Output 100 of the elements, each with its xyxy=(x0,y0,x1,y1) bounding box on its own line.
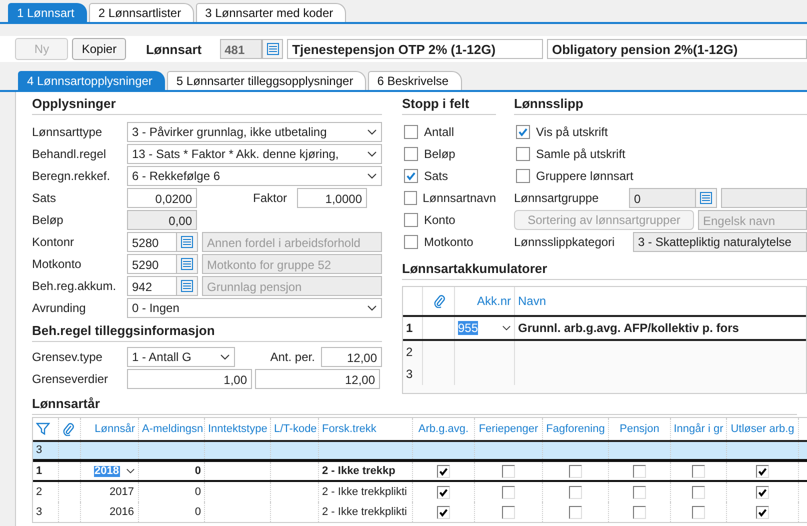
column-header[interactable]: Arb.g.avg. xyxy=(418,424,469,434)
code-field[interactable]: 481 xyxy=(220,39,262,59)
row-number: 3 xyxy=(403,363,423,385)
description-field: Motkonto for gruppe 52 xyxy=(202,254,382,274)
checkbox[interactable] xyxy=(516,169,530,183)
column-header[interactable]: Navn xyxy=(515,287,806,315)
section-title: Opplysninger xyxy=(32,96,382,115)
dropdown[interactable]: 13 - Sats * Faktor * Akk. denne kjøring, xyxy=(127,144,382,164)
checkbox[interactable] xyxy=(404,169,418,183)
field-label: Motkonto xyxy=(32,257,82,271)
list-icon xyxy=(700,192,712,204)
caret-icon xyxy=(367,305,377,311)
input-field[interactable]: 12,00 xyxy=(255,369,380,389)
checkbox[interactable] xyxy=(692,486,705,498)
checkbox[interactable] xyxy=(404,235,418,249)
checkbox[interactable] xyxy=(692,506,705,518)
tab[interactable]: 4 Lønnsartopplysninger xyxy=(18,71,166,90)
dropdown[interactable]: 1 - Antall G xyxy=(127,347,235,367)
tab[interactable]: 6 Beskrivelse xyxy=(368,71,462,90)
column-header[interactable]: Inngår i gr xyxy=(674,424,724,434)
column-header[interactable]: Akk.nr xyxy=(455,287,515,315)
field-label: Lønnsslippkategori xyxy=(514,235,616,249)
toolbar-button[interactable]: Kopier xyxy=(72,38,126,60)
checkbox[interactable] xyxy=(404,147,418,161)
field-label: Lønnsartgruppe xyxy=(514,191,600,205)
tab[interactable]: 1 Lønnsart xyxy=(8,3,88,22)
checkbox[interactable] xyxy=(633,486,646,498)
caret-icon xyxy=(220,354,230,360)
checkbox[interactable] xyxy=(404,191,417,205)
checkbox[interactable] xyxy=(516,147,530,161)
checkbox[interactable] xyxy=(569,506,582,518)
column-header[interactable]: Lønnsår xyxy=(94,424,135,434)
checkbox[interactable] xyxy=(633,506,646,518)
list-button[interactable] xyxy=(176,232,198,252)
column-header[interactable]: A-meldingsn xyxy=(142,424,204,434)
table-cell[interactable]: 2016 xyxy=(108,506,135,518)
grid-row[interactable]: 3 2016 0 2 - Ikke trekkplikti xyxy=(33,502,807,522)
input-field[interactable]: 12,00 xyxy=(320,347,382,367)
list-button[interactable] xyxy=(176,276,198,296)
column-header[interactable]: L/T-kode xyxy=(274,424,317,434)
field-label: Grenseverdier xyxy=(32,372,110,386)
checkbox[interactable] xyxy=(569,464,582,478)
grid-row[interactable]: 2 xyxy=(403,341,806,363)
checkbox[interactable] xyxy=(502,464,515,478)
input-field[interactable]: 0,0200 xyxy=(127,188,197,208)
name-field[interactable]: Tjenestepensjon OTP 2% (1-12G) xyxy=(287,39,543,59)
checkbox[interactable] xyxy=(756,506,769,518)
column-header[interactable]: Utløser arb.g xyxy=(730,424,794,434)
input-field[interactable]: 1,00 xyxy=(127,369,252,389)
checkbox[interactable] xyxy=(756,464,769,478)
checkbox[interactable] xyxy=(756,486,769,498)
new-row[interactable]: 3 xyxy=(33,442,807,462)
caret-icon xyxy=(367,129,377,135)
english-name-field[interactable]: Obligatory pension 2%(1-12G) xyxy=(547,39,807,59)
grid-row[interactable]: 1 955 Grunnl. arb.g.avg. AFP/kollektiv p. fors xyxy=(403,317,806,341)
input-field: 0,00 xyxy=(127,210,197,230)
tab[interactable]: 5 Lønnsarter tilleggsopplysninger xyxy=(167,71,366,90)
list-button[interactable] xyxy=(695,188,717,208)
caret-icon xyxy=(126,468,135,474)
checkbox[interactable] xyxy=(569,486,582,498)
dropdown[interactable]: 6 - Rekkefølge 6 xyxy=(127,166,382,186)
dropdown[interactable]: 3 - Skattepliktig naturalytelse xyxy=(633,232,807,252)
checkbox[interactable] xyxy=(633,464,646,478)
column-header[interactable]: Pensjon xyxy=(620,424,660,434)
checkbox[interactable] xyxy=(502,506,515,518)
row-number: 1 xyxy=(403,317,423,339)
input-field[interactable]: 1,0000 xyxy=(297,188,367,208)
tab[interactable]: 2 Lønnsartlister xyxy=(89,3,194,22)
tab[interactable]: 3 Lønnsarter med koder xyxy=(196,3,346,22)
checkbox[interactable] xyxy=(437,464,450,478)
table-cell[interactable]: 2017 xyxy=(108,486,135,498)
checkbox-label: Vis på utskrift xyxy=(536,125,608,139)
column-header[interactable]: Feriepenger xyxy=(478,424,538,434)
field-label: Faktor xyxy=(252,191,288,205)
row-number: 1 xyxy=(36,466,42,476)
checkbox[interactable] xyxy=(404,213,418,227)
checkbox[interactable] xyxy=(502,486,515,498)
grid-row[interactable]: 3 xyxy=(403,363,806,385)
field-label: Lønnsart xyxy=(146,42,202,56)
checkbox[interactable] xyxy=(692,464,705,478)
table-cell: 0 xyxy=(194,486,201,498)
column-header[interactable]: Inntektstype xyxy=(208,424,268,434)
list-button[interactable] xyxy=(262,39,284,59)
checkbox[interactable] xyxy=(437,486,450,498)
checkbox-label: Lønnsartnavn xyxy=(422,191,496,205)
checkbox[interactable] xyxy=(437,506,450,518)
checkbox[interactable] xyxy=(516,125,530,139)
checkbox[interactable] xyxy=(404,125,418,139)
field-label: Kontonr xyxy=(32,235,76,249)
grid-row[interactable]: 1 2018 0 2 - Ikke trekkp xyxy=(33,462,807,482)
filter-icon[interactable] xyxy=(36,422,50,436)
column-header[interactable]: Fagforening xyxy=(546,424,605,434)
grid-row[interactable]: 2 2017 0 2 - Ikke trekkplikti xyxy=(33,482,807,502)
field-label: Ant. per. xyxy=(269,350,316,364)
column-header[interactable]: Forsk.trekk xyxy=(322,424,376,434)
dropdown[interactable]: 3 - Påvirker grunnlag, ikke utbetaling xyxy=(127,122,382,142)
list-button[interactable] xyxy=(176,254,198,274)
dropdown[interactable]: 0 - Ingen xyxy=(127,298,382,318)
checkbox-label: Konto xyxy=(424,213,456,227)
table-cell: Grunnl. arb.g.avg. AFP/kollektiv p. fors xyxy=(518,321,739,335)
